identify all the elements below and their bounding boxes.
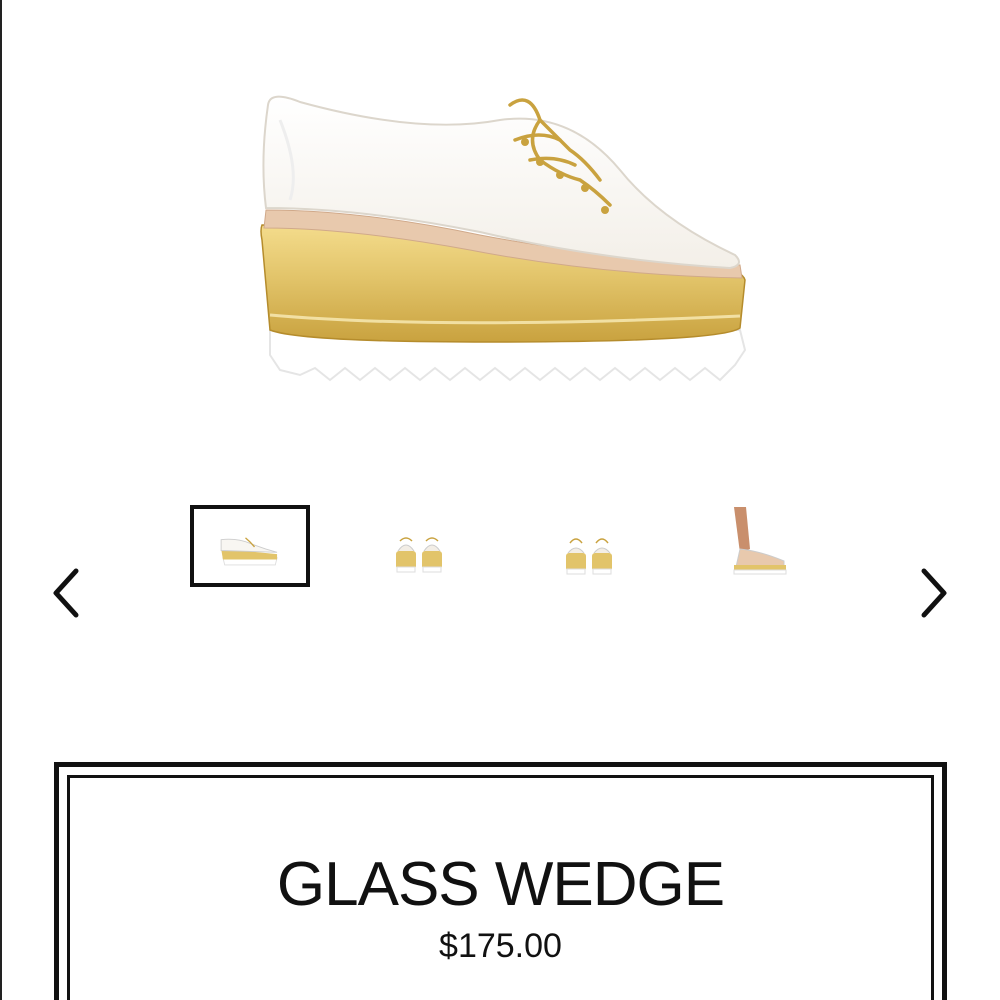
gallery-thumbnail-4[interactable] bbox=[700, 505, 820, 587]
shoe-side-thumbnail-image bbox=[220, 537, 278, 566]
page-edge-line bbox=[0, 0, 2, 1000]
gallery-prev-button[interactable] bbox=[46, 565, 86, 621]
gallery-thumbnail-2[interactable] bbox=[360, 505, 480, 587]
product-info-card: GLASS WEDGE $175.00 bbox=[54, 762, 947, 1000]
product-price: $175.00 bbox=[439, 927, 562, 965]
product-title: GLASS WEDGE bbox=[276, 850, 725, 919]
product-main-image bbox=[240, 80, 760, 410]
shoe-on-foot-thumbnail-image bbox=[733, 507, 787, 575]
gallery-thumbnail-1[interactable] bbox=[190, 505, 310, 587]
gallery-next-button[interactable] bbox=[914, 565, 954, 621]
shoe-pair-back-thumbnail-image bbox=[566, 538, 612, 575]
shoe-pair-front-thumbnail-image bbox=[396, 537, 442, 573]
gallery-thumbnail-3[interactable] bbox=[530, 505, 650, 587]
chevron-right-icon bbox=[921, 568, 947, 618]
chevron-left-icon bbox=[53, 568, 79, 618]
